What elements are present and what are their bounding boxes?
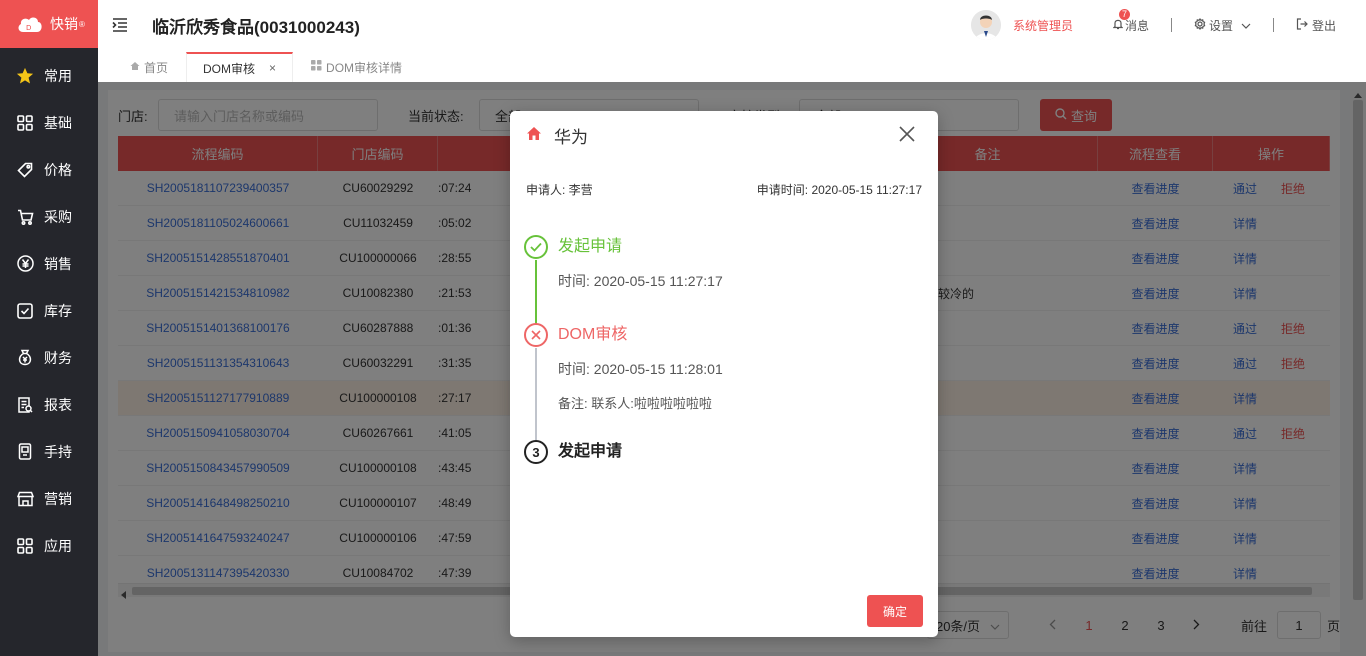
step-title: DOM审核 — [558, 326, 628, 343]
report-icon — [16, 396, 34, 414]
sidebar-item-marketing[interactable]: 营销 — [0, 475, 98, 522]
step-connector — [535, 260, 537, 329]
tab-label: DOM审核详情 — [326, 60, 403, 75]
sidebar: D 快销 ® 常用 基础 价格 采购 销售 库存 财务 报表 手持 营销 应用 — [0, 0, 98, 656]
tab-label: DOM审核 — [203, 61, 256, 76]
step-time: 时间: 2020-05-15 11:27:17 — [558, 273, 723, 289]
bell-icon — [1112, 18, 1124, 33]
grid-icon — [16, 114, 34, 132]
sidebar-item-report[interactable]: 报表 — [0, 381, 98, 428]
logo[interactable]: D 快销 ® — [0, 0, 98, 48]
sidebar-item-apps[interactable]: 应用 — [0, 522, 98, 569]
sidebar-item-handheld[interactable]: 手持 — [0, 428, 98, 475]
apply-time: 申请时间: 2020-05-15 11:27:17 — [756, 183, 922, 197]
username[interactable]: 系统管理员 — [1013, 17, 1073, 34]
tab-dom-review[interactable]: DOM审核 × — [186, 52, 294, 82]
messages-label: 消息 — [1124, 18, 1149, 33]
logout-link[interactable]: 登出 — [1296, 17, 1336, 34]
tab-dom-review-detail[interactable]: DOM审核详情 — [299, 52, 414, 82]
yen-icon — [16, 255, 34, 273]
divider — [1272, 18, 1274, 32]
messages-badge: 7 — [1118, 8, 1130, 20]
menu-toggle-icon[interactable] — [112, 18, 132, 32]
messages-link[interactable]: 7 消息 — [1112, 8, 1149, 34]
progress-dialog: 华为 申请人: 李营 申请时间: 2020-05-15 11:27:17 发起申… — [510, 111, 938, 637]
star-icon — [16, 67, 34, 85]
sidebar-item-label: 财务 — [44, 349, 72, 366]
chevron-down-icon — [1241, 18, 1251, 32]
confirm-button[interactable]: 确定 — [867, 595, 923, 627]
sidebar-item-common[interactable]: 常用 — [0, 52, 98, 99]
sidebar-item-sales[interactable]: 销售 — [0, 240, 98, 287]
close-icon[interactable] — [898, 125, 916, 143]
sidebar-item-label: 手持 — [44, 443, 72, 460]
sidebar-item-inventory[interactable]: 库存 — [0, 287, 98, 334]
sidebar-item-label: 应用 — [44, 537, 72, 554]
handheld-icon — [16, 443, 34, 461]
sidebar-item-price[interactable]: 价格 — [0, 146, 98, 193]
page-title: 临沂欣秀食品(0031000243) — [152, 17, 360, 37]
avatar[interactable] — [970, 10, 1001, 40]
dialog-meta: 申请人: 李营 申请时间: 2020-05-15 11:27:17 — [526, 181, 922, 198]
settings-link[interactable]: 设置 — [1194, 17, 1251, 34]
step-1: 发起申请 时间: 2020-05-15 11:27:17 — [524, 233, 924, 329]
divider — [1170, 18, 1172, 32]
sidebar-item-label: 常用 — [44, 67, 72, 84]
tab-label: 首页 — [144, 60, 169, 75]
step-3: 3 发起申请 — [524, 438, 924, 466]
step-time: 时间: 2020-05-15 11:28:01 — [558, 361, 723, 377]
check-box-icon — [16, 302, 34, 320]
grid-icon — [311, 60, 322, 74]
sidebar-item-finance[interactable]: 财务 — [0, 334, 98, 381]
sidebar-item-label: 采购 — [44, 208, 72, 225]
logo-text: 快销 — [50, 16, 78, 32]
dialog-header: 华为 — [510, 111, 938, 159]
logo-mark: ® — [79, 19, 85, 29]
settings-label: 设置 — [1208, 18, 1233, 33]
check-circle-icon — [524, 235, 548, 259]
step-remark: 备注: 联系人:啦啦啦啦啦啦 — [558, 396, 712, 411]
sidebar-item-label: 销售 — [44, 255, 72, 272]
dialog-title: 华为 — [554, 127, 588, 147]
step-2: DOM审核 时间: 2020-05-15 11:28:01 备注: 联系人:啦啦… — [524, 321, 924, 440]
svg-text:D: D — [26, 24, 31, 32]
sidebar-item-label: 报表 — [44, 396, 72, 413]
home-icon — [130, 60, 140, 74]
apps-icon — [16, 537, 34, 555]
logout-label: 登出 — [1311, 18, 1336, 33]
sidebar-nav: 常用 基础 价格 采购 销售 库存 财务 报表 手持 营销 应用 — [0, 48, 98, 569]
tab-bar: 首页 DOM审核 × DOM审核详情 — [98, 50, 1366, 82]
sidebar-item-label: 库存 — [44, 302, 72, 319]
sidebar-item-basic[interactable]: 基础 — [0, 99, 98, 146]
gear-icon — [1194, 17, 1206, 33]
sidebar-item-label: 营销 — [44, 490, 72, 507]
tab-home[interactable]: 首页 — [118, 52, 180, 82]
money-bag-icon — [16, 349, 34, 367]
sidebar-item-label: 基础 — [44, 114, 72, 131]
header-actions: 系统管理员 7 消息 设置 登出 — [970, 0, 1366, 50]
cart-icon — [16, 208, 34, 226]
cloud-logo-icon: D — [16, 14, 44, 34]
tag-icon — [16, 161, 34, 179]
store-icon — [16, 490, 34, 508]
step-number: 3 — [524, 440, 548, 464]
applicant: 申请人: 李营 — [526, 183, 593, 197]
progress-steps: 发起申请 时间: 2020-05-15 11:27:17 DOM审核 时间: 2… — [524, 233, 924, 466]
close-icon[interactable]: × — [269, 61, 276, 75]
step-title: 发起申请 — [558, 238, 623, 255]
x-circle-icon — [524, 323, 548, 347]
sidebar-item-purchase[interactable]: 采购 — [0, 193, 98, 240]
sidebar-item-label: 价格 — [44, 161, 72, 178]
step-title: 发起申请 — [558, 443, 623, 460]
logout-icon — [1296, 17, 1308, 33]
top-header: 临沂欣秀食品(0031000243) 系统管理员 7 消息 设置 登出 — [98, 0, 1366, 50]
home-icon — [526, 126, 542, 144]
step-connector — [535, 348, 537, 440]
